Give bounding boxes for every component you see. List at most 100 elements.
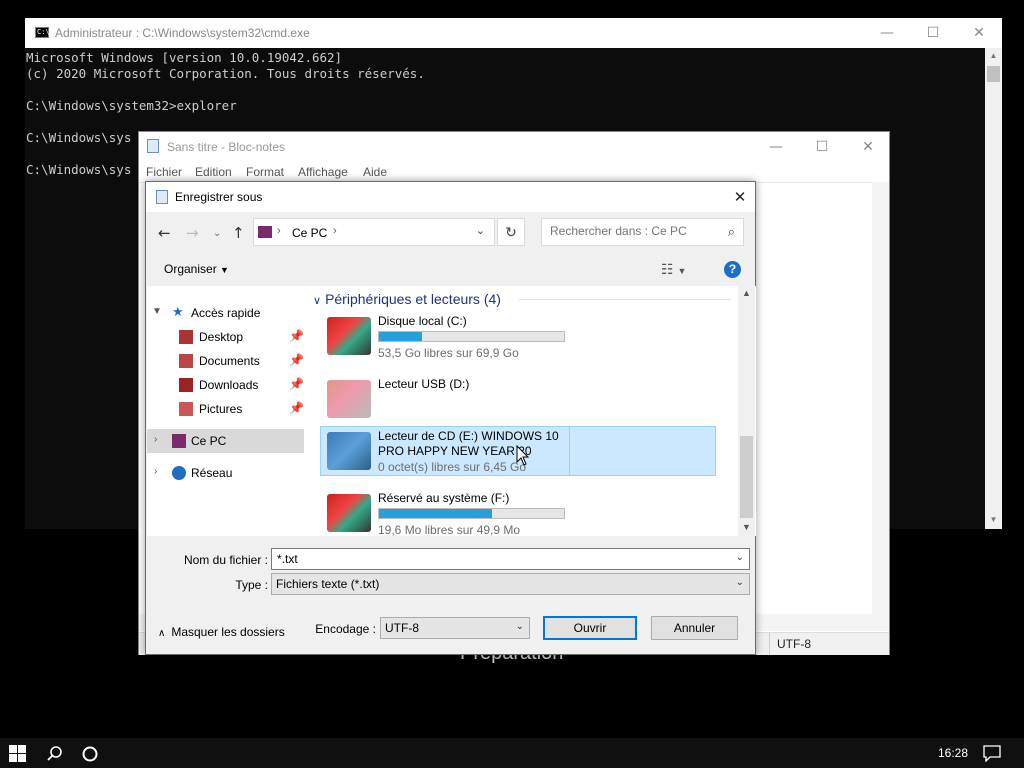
address-dropdown-icon[interactable]: ⌄: [476, 224, 485, 237]
dialog-title-bar[interactable]: Enregistrer sous ✕: [146, 182, 755, 212]
notepad-minimize-button[interactable]: —: [753, 132, 799, 162]
hide-folders-toggle[interactable]: ∧ Masquer les dossiers: [158, 625, 285, 639]
forward-arrow-icon[interactable]: →: [186, 224, 199, 242]
refresh-button[interactable]: ↻: [497, 218, 525, 246]
notification-center-icon[interactable]: [983, 745, 1001, 762]
menu-fichier[interactable]: Fichier: [146, 165, 182, 179]
drive-usage-fill: [379, 332, 422, 341]
collapsed-chevron-icon[interactable]: ›: [154, 466, 157, 477]
scroll-up-arrow-icon[interactable]: ▲: [985, 48, 1002, 64]
collapsed-chevron-icon[interactable]: ›: [154, 434, 157, 445]
view-options-icon[interactable]: ☷ ▼: [661, 261, 686, 278]
cmd-scrollbar[interactable]: ▲ ▼: [985, 48, 1002, 529]
chevron-down-icon[interactable]: ⌄: [736, 552, 744, 563]
cancel-button[interactable]: Annuler: [651, 616, 738, 640]
clock-time[interactable]: 16:28: [938, 746, 968, 760]
menu-aide[interactable]: Aide: [363, 165, 387, 179]
cmd-icon: [35, 27, 50, 38]
group-header[interactable]: ∨ Périphériques et lecteurs (4): [313, 291, 501, 307]
breadcrumb-chevron-icon[interactable]: ›: [333, 225, 337, 237]
recent-locations-chevron-icon[interactable]: ⌄: [213, 228, 221, 239]
encoding-select[interactable]: UTF-8 ⌄: [380, 617, 530, 639]
nav-item-this-pc[interactable]: › Ce PC: [147, 429, 304, 453]
file-type-select[interactable]: Fichiers texte (*.txt) ⌄: [271, 573, 750, 595]
taskbar: 16:28: [0, 738, 1024, 768]
browser-pane: ▼ ★ Accès rapide Desktop 📌 Documents 📌 D…: [147, 286, 756, 539]
scrollbar-thumb[interactable]: [740, 436, 753, 518]
status-separator: [769, 633, 770, 655]
breadcrumb-location[interactable]: Ce PC: [292, 226, 327, 240]
open-button[interactable]: Ouvrir: [543, 616, 637, 640]
nav-item-network[interactable]: › Réseau: [147, 461, 304, 485]
cmd-maximize-button[interactable]: ☐: [910, 18, 956, 48]
file-list[interactable]: ∨ Périphériques et lecteurs (4) Disque lo…: [309, 286, 737, 539]
address-bar[interactable]: › Ce PC › ⌄: [253, 218, 495, 246]
nav-item-quick-access[interactable]: ▼ ★ Accès rapide: [147, 301, 304, 325]
scroll-down-arrow-icon[interactable]: ▼: [985, 512, 1002, 528]
nav-item-downloads[interactable]: Downloads 📌: [147, 373, 304, 397]
cmd-minimize-button[interactable]: —: [864, 18, 910, 48]
cd-drive-icon: [327, 432, 371, 470]
search-icon[interactable]: [46, 745, 64, 763]
notepad-close-button[interactable]: ✕: [845, 132, 891, 162]
organize-menu[interactable]: Organiser ▼: [164, 262, 229, 276]
scrollbar-thumb[interactable]: [987, 66, 1000, 82]
cmd-close-button[interactable]: ✕: [956, 18, 1002, 48]
notepad-icon: [147, 139, 159, 153]
hide-folders-label: Masquer les dossiers: [171, 625, 285, 639]
mouse-cursor-icon: [516, 445, 530, 466]
pin-icon: 📌: [289, 353, 304, 367]
search-icon[interactable]: ⌕: [728, 224, 735, 240]
nav-label: Réseau: [191, 466, 233, 480]
file-list-scrollbar[interactable]: ▲ ▼: [738, 286, 755, 536]
breadcrumb-chevron-icon[interactable]: ›: [277, 225, 281, 237]
drive-item-c[interactable]: Disque local (C:) 53,5 Go libres sur 69,…: [321, 312, 571, 362]
chevron-down-icon[interactable]: ⌄: [736, 577, 744, 588]
search-box[interactable]: ⌕: [541, 218, 744, 246]
drive-item-d[interactable]: Lecteur USB (D:): [321, 375, 571, 425]
encoding-label: Encodage :: [315, 622, 376, 636]
search-input[interactable]: [550, 224, 720, 238]
status-encoding: UTF-8: [777, 637, 811, 651]
menu-edition[interactable]: Edition: [195, 165, 232, 179]
pin-icon: 📌: [289, 329, 304, 343]
drive-name: Lecteur USB (D:): [378, 377, 470, 391]
scroll-up-arrow-icon[interactable]: ▲: [738, 288, 755, 298]
dialog-title: Enregistrer sous: [175, 190, 263, 204]
drive-name: Disque local (C:): [378, 314, 467, 328]
windows-start-icon[interactable]: [9, 745, 26, 762]
notepad-vertical-scrollbar[interactable]: [872, 182, 889, 614]
help-button[interactable]: ?: [724, 261, 741, 278]
dialog-close-button[interactable]: ✕: [725, 182, 755, 212]
cmd-title-bar[interactable]: Administrateur : C:\Windows\system32\cmd…: [25, 18, 1002, 48]
notepad-title-bar[interactable]: Sans titre - Bloc-notes — ☐ ✕: [139, 132, 889, 162]
drive-item-f[interactable]: Réservé au système (F:) 19,6 Mo libres s…: [321, 489, 571, 539]
nav-label: Ce PC: [191, 434, 227, 448]
scroll-down-arrow-icon[interactable]: ▼: [738, 522, 755, 532]
drive-info: 53,5 Go libres sur 69,9 Go: [378, 346, 519, 360]
nav-item-pictures[interactable]: Pictures 📌: [147, 397, 304, 421]
notepad-maximize-button[interactable]: ☐: [799, 132, 845, 162]
chevron-down-icon[interactable]: ⌄: [516, 621, 524, 632]
filename-field[interactable]: *.txt ⌄: [271, 548, 750, 570]
save-as-dialog[interactable]: Enregistrer sous ✕ ← → ⌄ ↑ › Ce PC › ⌄ ↻…: [145, 181, 756, 655]
documents-icon: [179, 354, 193, 368]
expanded-chevron-icon[interactable]: ▼: [152, 306, 162, 317]
cortana-icon[interactable]: [81, 745, 99, 763]
drive-item-e-selected[interactable]: Lecteur de CD (E:) WINDOWS 10 PRO HAPPY …: [320, 426, 570, 476]
up-arrow-icon[interactable]: ↑: [232, 224, 245, 242]
drive-usage-bar: [378, 331, 565, 342]
chevron-down-icon: ∨: [313, 295, 322, 307]
type-label: Type :: [235, 578, 268, 592]
navigation-pane[interactable]: ▼ ★ Accès rapide Desktop 📌 Documents 📌 D…: [147, 286, 304, 536]
menu-affichage[interactable]: Affichage: [298, 165, 348, 179]
nav-item-documents[interactable]: Documents 📌: [147, 349, 304, 373]
nav-item-desktop[interactable]: Desktop 📌: [147, 325, 304, 349]
file-type-value: Fichiers texte (*.txt): [276, 577, 380, 591]
back-arrow-icon[interactable]: ←: [158, 224, 171, 242]
menu-format[interactable]: Format: [246, 165, 284, 179]
console-line: C:\Windows\system32>explorer: [26, 98, 237, 113]
nav-label: Pictures: [199, 402, 243, 416]
